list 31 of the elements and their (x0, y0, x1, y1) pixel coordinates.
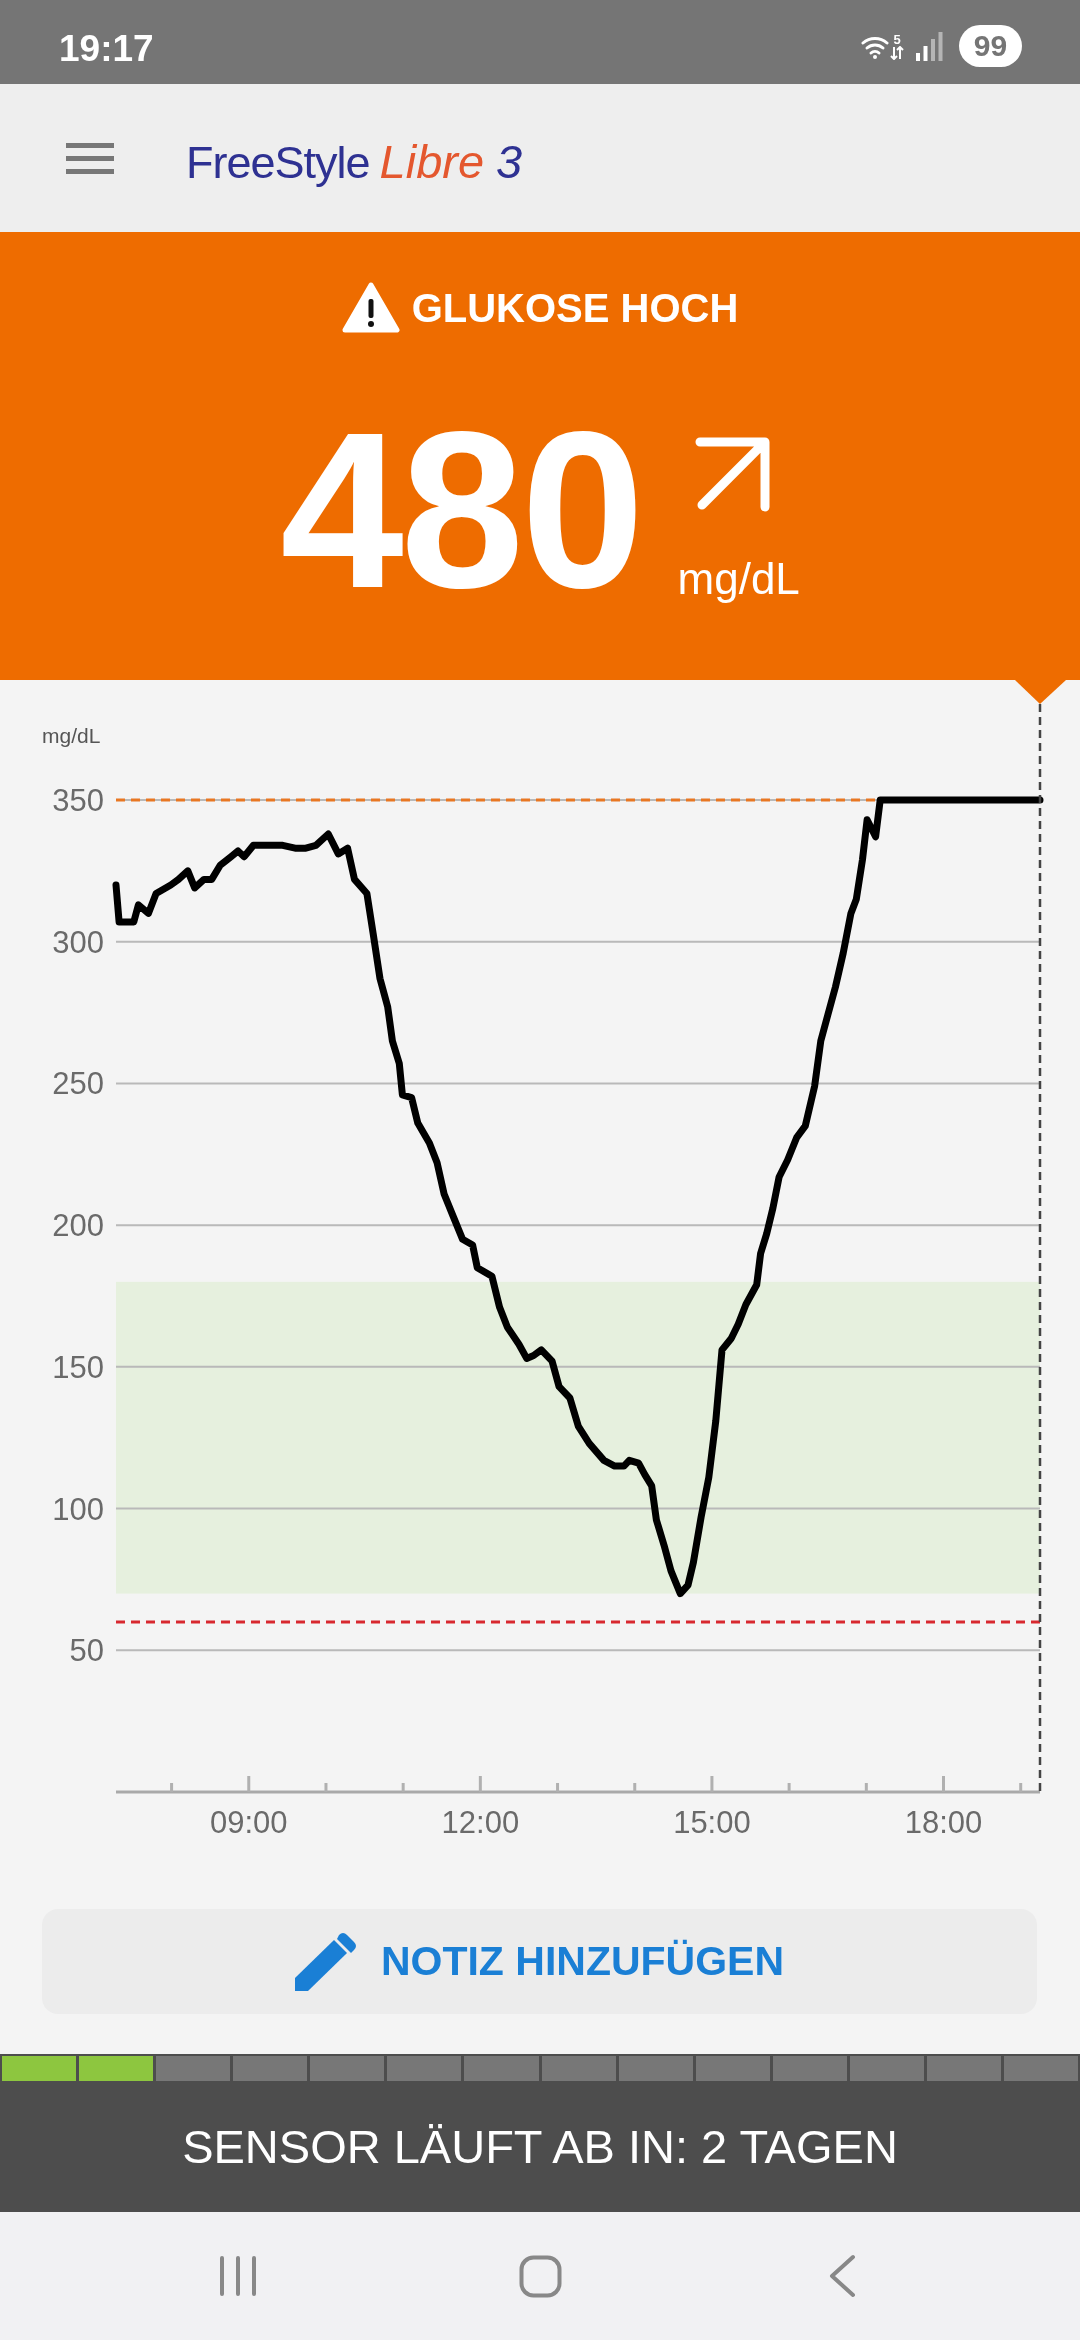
menu-icon[interactable] (66, 142, 114, 174)
signal-icon (916, 31, 943, 61)
axis-unit-label: mg/dL (42, 724, 101, 747)
x-axis-label: 12:00 (441, 1805, 520, 1840)
recent-apps-icon[interactable] (218, 2255, 258, 2297)
add-note-button[interactable]: NOTIZ HINZUFÜGEN (42, 1909, 1037, 2014)
product-version: 3 (496, 133, 523, 189)
y-axis-label: 50 (69, 1633, 104, 1669)
glucose-value: 480 (280, 399, 642, 621)
y-axis-label: 150 (52, 1349, 104, 1385)
x-axis-label: 09:00 (210, 1805, 288, 1840)
battery-level: 99 (959, 25, 1022, 67)
x-axis-label: 18:00 (904, 1805, 983, 1840)
y-axis-label: 300 (52, 924, 104, 960)
data-arrows-icon (890, 45, 904, 60)
product-name: Libre (379, 133, 485, 189)
warning-icon (341, 282, 400, 334)
y-axis-label: 350 (52, 783, 104, 818)
home-icon[interactable] (518, 2254, 562, 2298)
y-axis-label: 250 (52, 1066, 104, 1102)
status-time: 19:17 (59, 27, 154, 70)
y-axis-label: 100 (52, 1491, 104, 1527)
sensor-expiry-text: SENSOR LÄUFT AB IN: 2 TAGEN (182, 2119, 898, 2174)
y-axis-label: 200 (52, 1208, 104, 1244)
x-axis-label: 15:00 (673, 1805, 751, 1840)
wifi-label: 5 (893, 32, 901, 46)
brand-name: FreeStyle (186, 136, 370, 189)
back-icon[interactable] (828, 2254, 856, 2298)
alert-title: GLUKOSE HOCH (411, 285, 739, 331)
glucose-unit: mg/dL (677, 557, 800, 601)
pencil-icon (294, 1931, 359, 1992)
